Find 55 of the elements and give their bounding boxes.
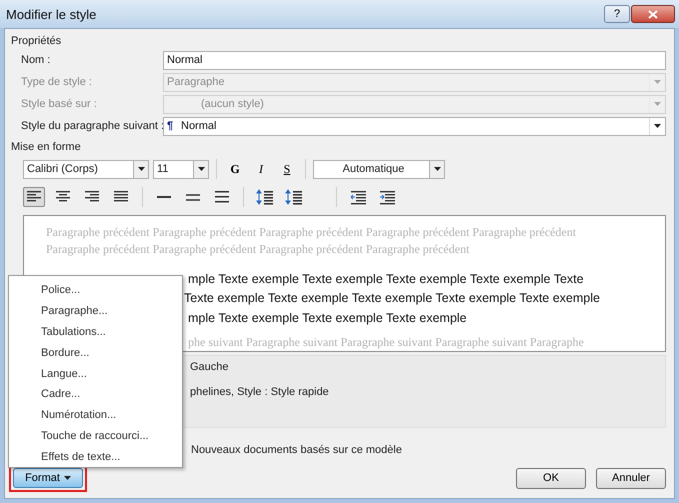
close-icon <box>648 10 658 18</box>
italic-button[interactable]: I <box>250 159 272 179</box>
bold-button[interactable]: G <box>224 159 246 179</box>
menu-item[interactable]: Bordure... <box>9 342 182 364</box>
dropdown-field[interactable]: ¶ Normal <box>163 116 666 136</box>
preview-text: Paragraphe précédent Paragraphe précédent Paragraphe précédent Paragraphe précédent Paragraphe précédent <box>46 224 578 241</box>
space-before-button[interactable] <box>254 187 276 207</box>
dropdown-arrow-icon <box>654 124 661 128</box>
description-text: phelines, Style : Style rapide <box>190 386 330 398</box>
dropdown-arrow-icon <box>138 167 144 171</box>
group-title: Propriétés <box>11 35 62 49</box>
color-dropdown[interactable]: Automatique <box>313 160 445 178</box>
window-title: Modifier le style <box>6 6 98 22</box>
menu-item[interactable]: Cadre... <box>9 384 182 405</box>
font-dropdown[interactable]: Calibri (Corps) <box>23 160 149 178</box>
format-button[interactable]: Format <box>13 468 83 488</box>
dialog-button[interactable]: OK <box>516 468 586 488</box>
indent-increase-icon <box>378 188 396 206</box>
group-title: Mise en forme <box>11 141 82 155</box>
help-button[interactable]: ? <box>604 5 630 23</box>
menu-item[interactable]: Police... <box>9 280 182 301</box>
menu-item[interactable]: Effets de texte... <box>9 446 182 468</box>
menu-item[interactable]: Tabulations... <box>9 322 182 342</box>
sample-text: Texte exemple Texte exemple Texte exemple Texte exemple Texte exemple <box>184 290 600 308</box>
menu-item[interactable]: Numérotation... <box>9 404 182 426</box>
option-label: Nouveaux documents basés sur ce modèle <box>191 444 402 456</box>
align-left-button[interactable] <box>23 187 45 207</box>
dropdown-arrow-icon <box>198 167 204 171</box>
indent-decrease-icon <box>349 188 367 206</box>
menu-item[interactable]: Paragraphe... <box>9 300 182 322</box>
one-half-spacing-icon <box>186 194 200 200</box>
size-dropdown[interactable]: 11 <box>153 160 209 178</box>
space-after-icon <box>285 188 303 206</box>
field-label: Style basé sur : <box>21 98 98 110</box>
dropdown-arrow-icon <box>64 476 71 480</box>
underline-button[interactable]: S <box>276 159 298 179</box>
preview-text: phe suivant Paragraphe suivant Paragraphe suivant Paragraphe suivant Paragraphe <box>187 334 585 351</box>
menu-item[interactable]: Touche de raccourci... <box>9 425 182 446</box>
text-field[interactable]: Normal <box>163 50 666 70</box>
dialog-button[interactable]: Annuler <box>596 468 666 488</box>
space-before-icon <box>256 188 274 206</box>
pilcrow-symbol: ¶ <box>167 120 174 132</box>
space-after-button[interactable] <box>283 187 305 207</box>
dropdown-arrow-icon <box>654 80 661 84</box>
close-button[interactable] <box>631 5 675 23</box>
field-label: Type de style : <box>21 76 93 88</box>
dropdown-arrow-icon <box>654 102 661 106</box>
field-label: Nom : <box>21 54 52 66</box>
menu-item[interactable]: Langue... <box>9 363 182 384</box>
sample-text: mple Texte exemple Texte exemple Texte exemple Texte exemple Texte <box>188 270 584 288</box>
dropdown-arrow-icon <box>434 167 440 171</box>
preview-text: Paragraphe précédent Paragraphe précédent Paragraphe précédent Paragraphe précédent <box>46 241 470 258</box>
sample-text: mple Texte exemple Texte exemple Texte exemple <box>188 310 467 327</box>
description-text: Gauche <box>190 361 230 373</box>
field-label: Style du paragraphe suivant : <box>21 120 163 132</box>
